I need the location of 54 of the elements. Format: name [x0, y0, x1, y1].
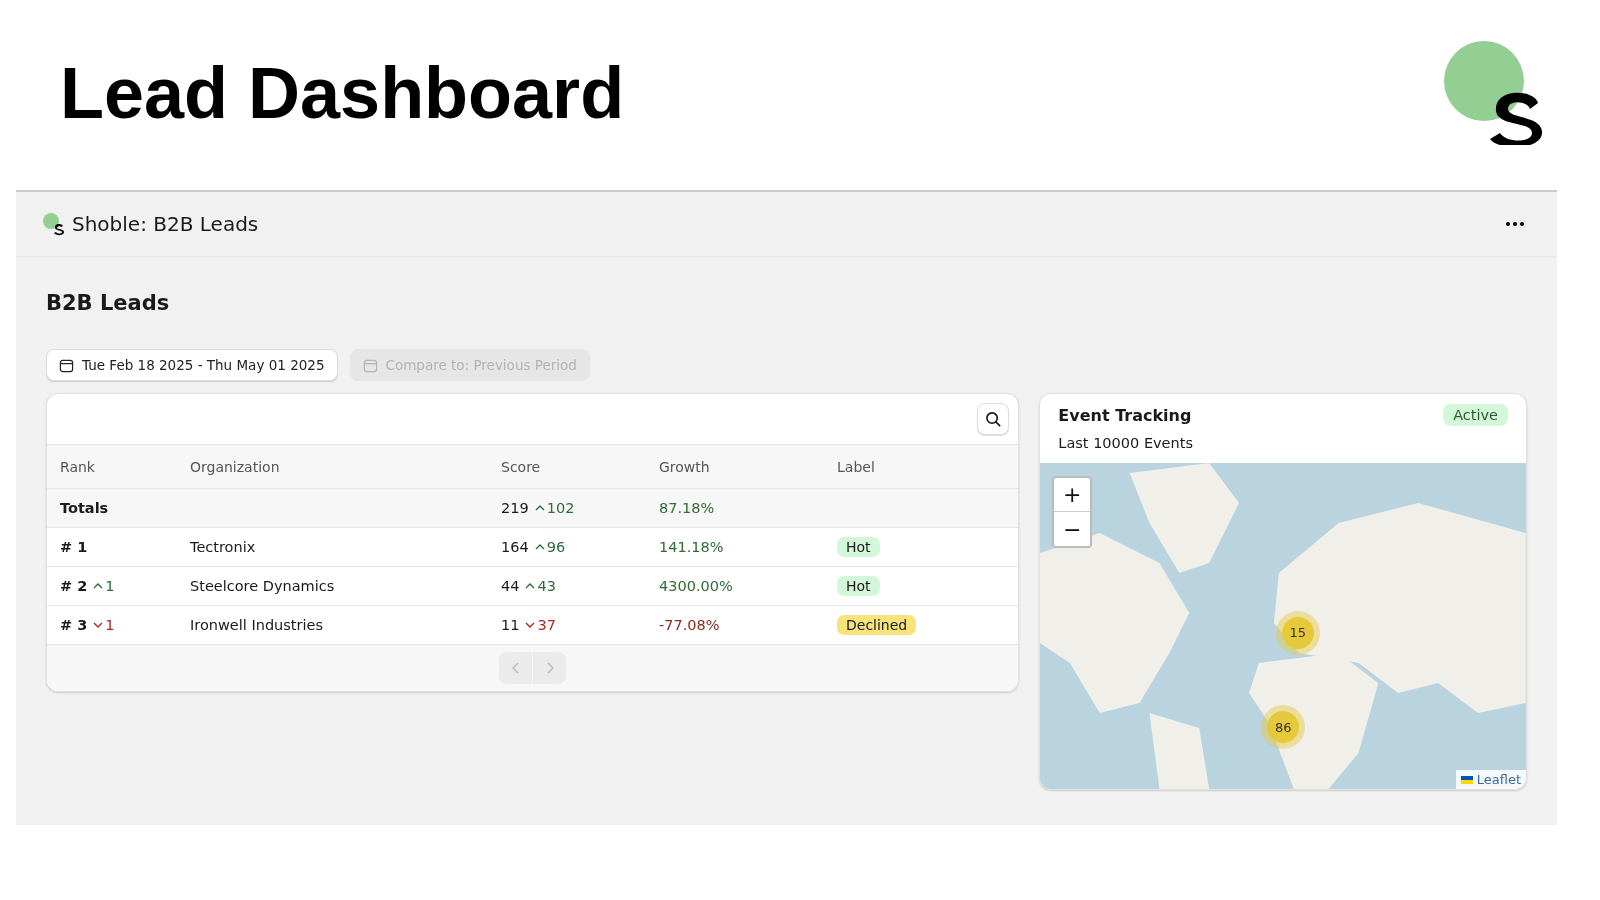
rank-cell: # 3 [60, 617, 88, 633]
column-header: Rank [60, 458, 96, 475]
rank-change: 1 [93, 617, 115, 633]
caret-icon [93, 622, 104, 628]
app-title: Shoble: B2B Leads [72, 212, 260, 236]
totals-label: Totals [60, 500, 110, 516]
calendar-icon [362, 357, 378, 373]
table-cell-text: Steelcore Dynamics [190, 578, 336, 594]
table-cell-text: 141.18% [659, 539, 725, 555]
calendar-icon [59, 357, 74, 373]
table-cell: 44 [501, 578, 520, 594]
table-cell-text: Ironwell Industries [190, 617, 324, 633]
search-button[interactable] [977, 403, 1010, 435]
logo-icon [1444, 41, 1544, 145]
column-header: Growth [659, 458, 711, 475]
page-title: B2B Leads [46, 291, 171, 315]
table-cell: 164 [501, 539, 529, 555]
score-change: 102 [534, 500, 575, 516]
column-header: Label [837, 458, 876, 475]
logo-icon [42, 212, 66, 236]
caret-icon [534, 505, 545, 511]
chevron-left-icon [511, 662, 520, 674]
card-subtitle: Last 10000 Events [1057, 434, 1194, 453]
table-cell-text: 87.18% [659, 500, 716, 516]
table-cell-text: -77.08% [659, 617, 721, 633]
caret-icon [534, 544, 545, 550]
score-change: 43 [525, 578, 556, 594]
score-change: 96 [534, 539, 566, 555]
column-header: Organization [190, 458, 281, 475]
caret-icon [93, 583, 104, 589]
slide-title: Lead Dashboard [60, 52, 625, 134]
search-icon [984, 410, 1002, 428]
label-tag: Declined [837, 615, 917, 635]
caret-icon [525, 622, 536, 628]
caret-icon [525, 583, 536, 589]
score-change: 37 [525, 617, 556, 633]
table-cell: 11 [501, 617, 520, 633]
table-cell-text: 4300.00% [659, 578, 734, 594]
zoom-in-button[interactable]: + [1054, 478, 1091, 512]
label-tag: Hot [837, 576, 880, 596]
chevron-right-icon [545, 662, 554, 674]
status-badge: Active [1443, 404, 1508, 426]
date-range-button[interactable]: Tue Feb 18 2025 - Thu May 01 2025 [46, 349, 338, 381]
rank-cell: # 1 [60, 539, 88, 555]
table-cell-text: Tectronix [190, 539, 257, 555]
card-title: Event Tracking [1058, 405, 1192, 425]
table-cell: 219 [501, 500, 529, 516]
rank-change: 1 [93, 578, 115, 594]
column-header: Score [501, 458, 542, 475]
rank-cell: # 2 [60, 578, 88, 594]
label-tag: Hot [837, 537, 880, 557]
zoom-out-button[interactable]: − [1054, 512, 1091, 546]
flag-icon [1460, 775, 1473, 784]
map-placeholder[interactable]: + − 15 86 Leaflet [1040, 463, 1526, 789]
